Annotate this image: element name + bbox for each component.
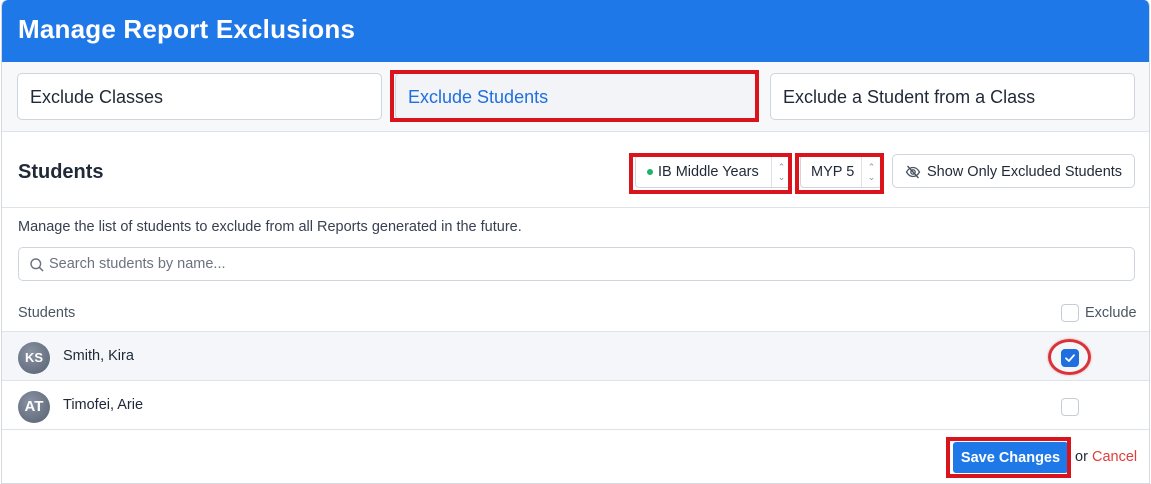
description-text: Manage the list of students to exclude f… bbox=[18, 219, 522, 235]
avatar: AT bbox=[18, 391, 50, 423]
save-changes-button[interactable]: Save Changes bbox=[953, 442, 1068, 473]
program-select[interactable]: IB Middle Years ⌃ ⌄ bbox=[635, 155, 792, 188]
modal-header: Manage Report Exclusions bbox=[2, 0, 1149, 62]
student-name: Timofei, Arie bbox=[63, 397, 144, 413]
modal-title: Manage Report Exclusions bbox=[18, 14, 356, 44]
column-header-exclude: Exclude bbox=[1085, 305, 1137, 321]
students-section-header: Students IB Middle Years ⌃ ⌄ MYP 5 ⌃ ⌄ Sho… bbox=[2, 132, 1149, 208]
select-arrows-icon: ⌃ ⌄ bbox=[861, 156, 881, 187]
checkmark-icon bbox=[1065, 354, 1075, 362]
tabs-bar: Exclude Classes Exclude Students Exclude… bbox=[2, 62, 1149, 132]
grade-select-value: MYP 5 bbox=[811, 164, 855, 180]
exclude-checkbox[interactable] bbox=[1061, 349, 1079, 367]
student-search bbox=[18, 247, 1135, 281]
eye-slash-icon bbox=[905, 165, 921, 179]
show-only-excluded-button[interactable]: Show Only Excluded Students bbox=[892, 154, 1135, 188]
search-input[interactable] bbox=[49, 248, 1129, 280]
exclude-checkbox[interactable] bbox=[1061, 398, 1079, 416]
status-dot-icon bbox=[647, 169, 653, 175]
program-select-value: IB Middle Years bbox=[658, 164, 759, 180]
search-icon bbox=[30, 258, 44, 272]
tab-exclude-students[interactable]: Exclude Students bbox=[395, 73, 758, 120]
table-row: KS Smith, Kira bbox=[2, 332, 1149, 381]
select-arrows-icon: ⌃ ⌄ bbox=[771, 156, 791, 187]
show-only-excluded-label: Show Only Excluded Students bbox=[927, 164, 1123, 180]
column-header-students: Students bbox=[18, 305, 76, 321]
avatar: KS bbox=[18, 342, 50, 374]
cancel-link[interactable]: Cancel bbox=[1092, 449, 1137, 465]
tab-exclude-student-from-class[interactable]: Exclude a Student from a Class bbox=[770, 73, 1135, 120]
or-text: or bbox=[1075, 449, 1088, 465]
grade-select[interactable]: MYP 5 ⌃ ⌄ bbox=[800, 155, 882, 188]
tab-exclude-classes[interactable]: Exclude Classes bbox=[17, 73, 382, 120]
select-all-exclude-checkbox[interactable] bbox=[1061, 304, 1079, 322]
modal-footer: Save Changes or Cancel bbox=[2, 431, 1149, 483]
table-header: Students Exclude bbox=[2, 296, 1149, 332]
report-exclusions-modal: Manage Report Exclusions Exclude Classes… bbox=[1, 0, 1150, 484]
student-name: Smith, Kira bbox=[63, 348, 134, 364]
table-row: AT Timofei, Arie bbox=[2, 381, 1149, 430]
section-title: Students bbox=[18, 161, 104, 183]
